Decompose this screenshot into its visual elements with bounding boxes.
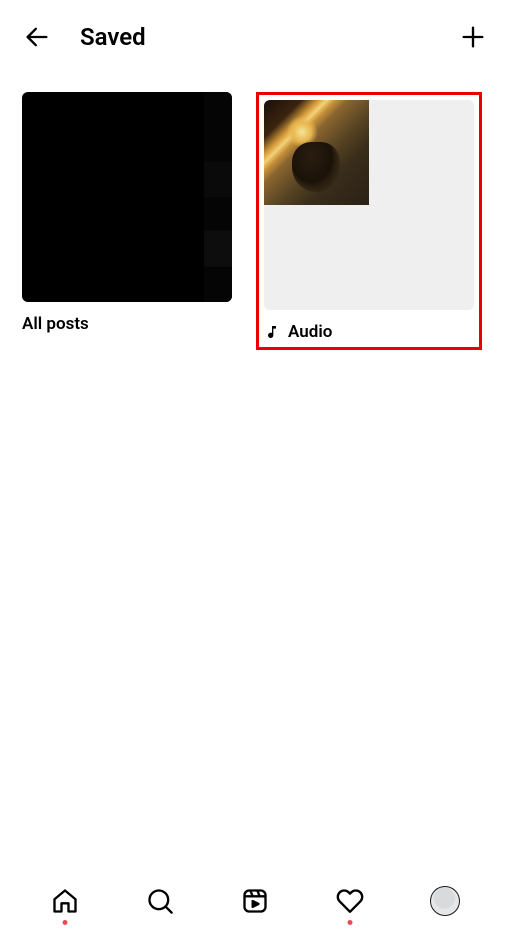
collection-all-posts[interactable]: All posts [22,92,232,350]
header-left: Saved [22,22,146,52]
nav-activity[interactable] [328,879,372,923]
back-arrow-icon [23,23,51,51]
audio-label-text: Audio [288,322,332,342]
page-title: Saved [80,23,146,51]
music-note-icon [264,324,280,340]
audio-thumb-tile [370,100,475,205]
audio-thumb-tile [264,206,369,311]
profile-avatar-icon [430,886,460,916]
bottom-nav [0,868,510,933]
nav-profile[interactable] [423,879,467,923]
collection-label: Audio [264,322,474,342]
highlight-box: Audio [256,92,482,350]
all-posts-thumbnail [22,92,232,302]
collections-grid: All posts Audio [0,74,510,368]
header: Saved [0,0,510,74]
nav-reels[interactable] [233,879,277,923]
nav-home[interactable] [43,879,87,923]
collection-audio[interactable]: Audio [264,100,474,342]
audio-thumb-tile [370,206,475,311]
search-icon [146,887,174,915]
audio-thumb-tile [264,100,369,205]
collection-label: All posts [22,314,232,334]
back-button[interactable] [22,22,52,52]
plus-icon [459,23,487,51]
nav-search[interactable] [138,879,182,923]
audio-thumbnail [264,100,474,310]
heart-icon [336,887,364,915]
home-icon [51,887,79,915]
notification-dot [63,920,68,925]
notification-dot [347,920,352,925]
reels-icon [241,887,269,915]
add-collection-button[interactable] [458,22,488,52]
